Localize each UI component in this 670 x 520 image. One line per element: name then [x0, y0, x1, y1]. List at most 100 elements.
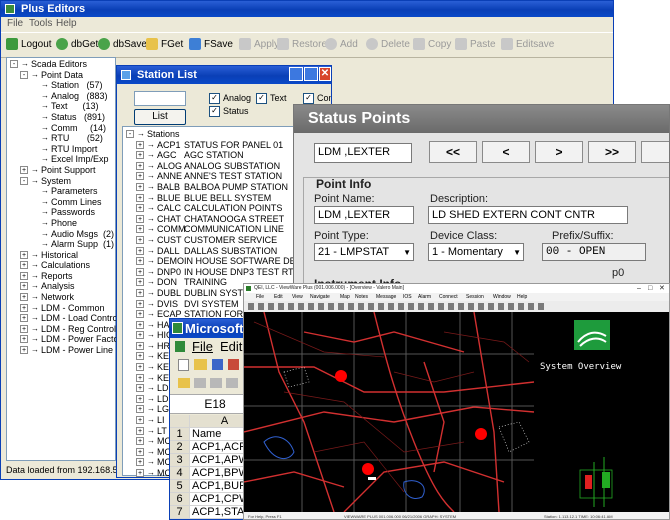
map-menu-item[interactable]: Navigate [310, 293, 330, 301]
expand-icon[interactable]: + [136, 341, 144, 350]
minimize-button[interactable] [289, 67, 303, 81]
map-menu-item[interactable]: Connect [439, 293, 458, 301]
scada-tree-item[interactable]: + → Network [10, 292, 115, 303]
expand-icon[interactable]: + [136, 288, 144, 297]
expand-icon[interactable]: + [136, 172, 144, 181]
save-file-icon[interactable] [212, 359, 223, 370]
expand-icon[interactable]: + [136, 447, 144, 456]
map-menu-item[interactable]: Map [340, 293, 350, 301]
expand-icon[interactable]: + [136, 161, 144, 170]
menu-help[interactable]: Help [56, 17, 77, 31]
prefix-suffix-field[interactable]: 00 - OPEN [542, 243, 646, 261]
expand-icon[interactable]: + [136, 416, 144, 425]
list-button[interactable]: List [134, 109, 186, 125]
map-menu-item[interactable]: Notes [355, 293, 368, 301]
scada-tree-item[interactable]: → RTU Import [10, 144, 115, 155]
expand-icon[interactable]: + [20, 165, 28, 174]
last-record-button[interactable]: >> [588, 141, 636, 163]
scada-tree-item[interactable]: → Phone [10, 218, 115, 229]
print-icon[interactable] [228, 359, 239, 370]
scada-tree-item[interactable]: - → Point Data [10, 70, 115, 81]
editsave-button[interactable]: Editsave [501, 34, 554, 54]
expand-icon[interactable]: + [20, 303, 28, 312]
scada-tree-item[interactable]: + → LDM - Reg Control [10, 324, 116, 335]
scada-tree-item[interactable]: + → Point Support [10, 165, 115, 176]
scada-tree-item[interactable]: → Passwords [10, 207, 115, 218]
scada-tree-item[interactable]: - → Scada Editors [10, 59, 115, 70]
expand-icon[interactable]: + [136, 469, 144, 477]
scada-tree-item[interactable]: + → Historical [10, 250, 115, 261]
restore-button[interactable]: Restore [277, 34, 327, 54]
scada-tree-item[interactable]: - → System [10, 176, 115, 187]
map-maximize-button[interactable]: □ [648, 284, 652, 293]
checkbox-icon[interactable]: ✓ [209, 93, 220, 105]
scada-tree-item[interactable]: → Comm (14) [10, 123, 115, 134]
expand-icon[interactable]: + [20, 293, 28, 302]
map-menu-item[interactable]: Alarm [418, 293, 431, 301]
map-tool-icons[interactable] [248, 303, 548, 310]
extra-nav-button[interactable] [641, 141, 669, 163]
menu-tools[interactable]: Tools [29, 17, 52, 31]
checkbox-icon[interactable]: ✓ [209, 106, 220, 118]
scada-tree-item[interactable]: → Text (13) [10, 101, 115, 112]
paste-button[interactable]: Paste [455, 34, 496, 54]
logout-button[interactable]: Logout [6, 34, 52, 54]
row-header[interactable]: 3 [170, 454, 190, 467]
expand-icon[interactable]: + [136, 384, 144, 393]
dbget-button[interactable]: dbGet [56, 34, 98, 54]
new-file-icon[interactable] [178, 359, 189, 371]
filter-checkbox-analog[interactable]: ✓ Analog [209, 93, 251, 105]
map-close-button[interactable]: ✕ [659, 284, 665, 293]
expand-icon[interactable]: + [20, 324, 28, 333]
scada-tree-item[interactable]: → RTU (52) [10, 133, 115, 144]
scada-tree-item[interactable]: + → LDM - Common [10, 303, 115, 314]
collapse-icon[interactable]: - [20, 70, 28, 79]
fget-button[interactable]: FGet [146, 34, 183, 54]
device-class-dropdown-icon[interactable]: ▼ [513, 248, 521, 257]
expand-icon[interactable]: + [136, 235, 144, 244]
row-header[interactable]: 1 [170, 428, 190, 441]
expand-icon[interactable]: + [20, 250, 28, 259]
apply-button[interactable]: Apply [239, 34, 279, 54]
expand-icon[interactable]: + [136, 352, 144, 361]
filter-checkbox-status[interactable]: ✓ Status [209, 106, 249, 118]
plus-editors-title-bar[interactable]: Plus Editors [1, 1, 613, 17]
expand-icon[interactable]: + [136, 458, 144, 467]
delete-button[interactable]: Delete [366, 34, 410, 54]
expand-icon[interactable]: + [136, 405, 144, 414]
expand-icon[interactable]: + [20, 346, 28, 355]
expand-icon[interactable]: + [136, 140, 144, 149]
point-search-field[interactable]: LDM ,LEXTER [314, 143, 412, 163]
scada-tree-item[interactable]: + → LDM - Power Line [10, 345, 115, 356]
expand-icon[interactable]: + [136, 182, 144, 191]
expand-icon[interactable]: + [20, 314, 28, 323]
expand-icon[interactable]: + [136, 320, 144, 329]
map-menu-item[interactable]: Help [517, 293, 527, 301]
expand-icon[interactable]: + [136, 151, 144, 160]
collapse-icon[interactable]: - [10, 60, 18, 68]
filter-checkbox-comm[interactable]: ✓Comm [303, 93, 331, 105]
scada-tree-item[interactable]: + → Reports [10, 271, 115, 282]
map-canvas[interactable] [244, 312, 670, 512]
expand-icon[interactable]: + [136, 193, 144, 202]
checkbox-icon[interactable]: ✓ [303, 93, 314, 105]
maximize-button[interactable] [304, 67, 318, 81]
menu-file[interactable]: File [7, 17, 23, 31]
close-button[interactable]: ✕ [319, 67, 331, 81]
row-header[interactable]: 2 [170, 441, 190, 454]
scada-tree-item[interactable]: → Status (891) [10, 112, 115, 123]
expand-icon[interactable]: + [136, 394, 144, 403]
expand-icon[interactable]: + [136, 204, 144, 213]
expand-icon[interactable]: + [136, 214, 144, 223]
expand-icon[interactable]: + [136, 426, 144, 435]
map-menu-item[interactable]: Session [466, 293, 484, 301]
expand-icon[interactable]: + [136, 331, 144, 340]
collapse-icon[interactable]: - [20, 176, 28, 185]
add-button[interactable]: Add [325, 34, 358, 54]
row-header[interactable]: 7 [170, 506, 190, 519]
folder-icon-2[interactable] [194, 378, 206, 388]
expand-icon[interactable]: + [136, 363, 144, 372]
copy-button[interactable]: Copy [413, 34, 451, 54]
checkbox-icon[interactable]: ✓ [256, 93, 267, 105]
expand-icon[interactable]: + [20, 282, 28, 291]
